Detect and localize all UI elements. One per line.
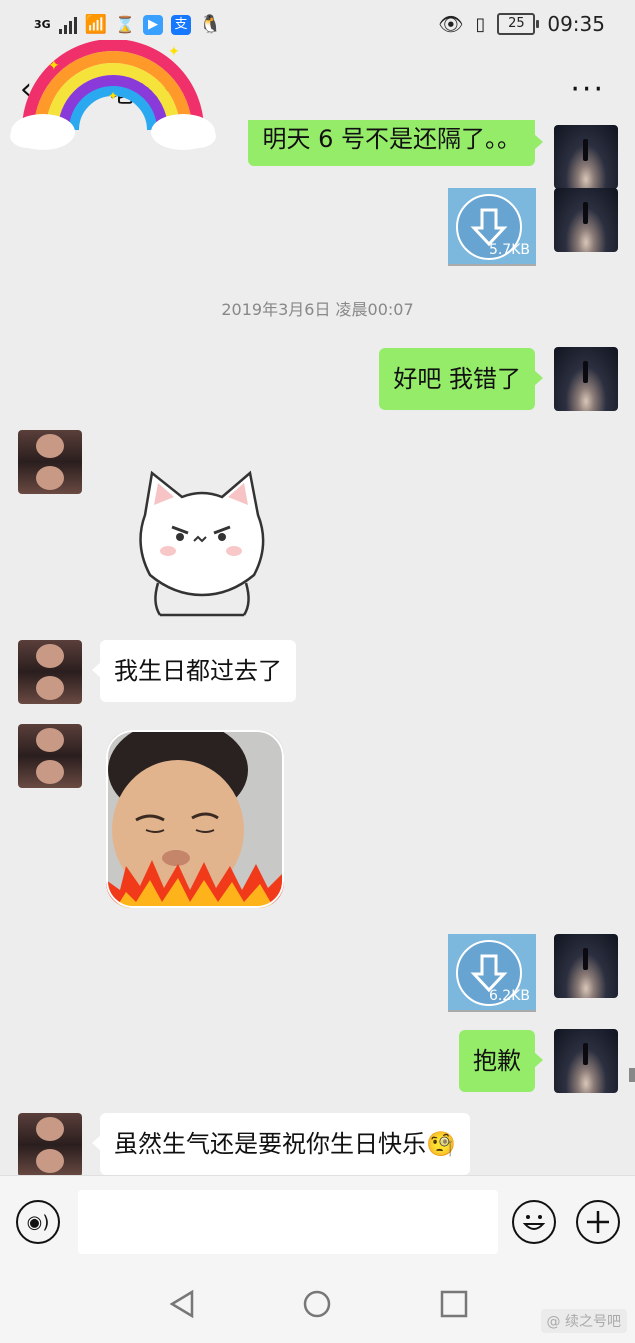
chat-area[interactable]: 明天 6 号不是还隔了。。 5.7KB 2019年3月6日 凌晨00:07 好吧… — [0, 120, 635, 1175]
message-bubble-received[interactable]: 虽然生气还是要祝你生日快乐🧐 — [92, 1113, 470, 1175]
message-text: 明天 6 号不是还隔了。。 — [262, 125, 521, 153]
my-avatar[interactable] — [554, 188, 618, 252]
my-avatar[interactable] — [554, 934, 618, 998]
contact-avatar[interactable] — [18, 724, 82, 788]
message-bubble-received[interactable]: 我生日都过去了 — [92, 640, 296, 702]
status-right: 👁 ▯ 25 09:35 — [438, 12, 605, 36]
file-message[interactable]: 6.2KB — [448, 934, 536, 1012]
my-avatar[interactable] — [554, 347, 618, 411]
file-size: 6.2KB — [488, 988, 530, 1004]
timestamp: 2019年3月6日 凌晨00:07 — [221, 300, 414, 319]
file-size: 5.7KB — [488, 242, 530, 258]
file-message[interactable]: 5.7KB — [448, 188, 536, 266]
plus-icon — [587, 1211, 609, 1233]
message-text: 虽然生气还是要祝你生日快乐 — [114, 1130, 426, 1158]
video-app-icon: ▶ — [143, 14, 164, 35]
svg-text:✦: ✦ — [48, 58, 60, 74]
message-bubble-sent[interactable]: 明天 6 号不是还隔了。。 — [248, 120, 543, 166]
plus-button[interactable] — [576, 1200, 620, 1244]
eye-icon: 👁 — [438, 12, 464, 36]
watermark: @ 续之号吧 — [540, 1309, 627, 1333]
svg-text:✦: ✦ — [108, 89, 118, 103]
more-menu-button[interactable]: ··· — [570, 72, 605, 107]
cat-sticker[interactable] — [130, 465, 275, 620]
rainbow-sticker: ✦ ✦ ✦ — [10, 40, 216, 150]
battery-level: 25 — [508, 16, 525, 31]
back-nav-icon[interactable] — [168, 1289, 196, 1319]
hourglass-icon: ⌛ — [115, 15, 136, 34]
voice-icon: ◉) — [26, 1212, 50, 1233]
svg-text:✦: ✦ — [168, 44, 180, 60]
thinking-emoji: 🧐 — [426, 1130, 456, 1158]
message-text: 好吧 我错了 — [393, 365, 521, 393]
voice-button[interactable]: ◉) — [16, 1200, 60, 1244]
contact-avatar[interactable] — [18, 1113, 82, 1175]
clock: 09:35 — [547, 12, 605, 36]
contact-avatar[interactable] — [18, 640, 82, 704]
message-bubble-sent[interactable]: 抱歉 — [459, 1030, 543, 1092]
scrollbar[interactable] — [629, 1068, 635, 1082]
message-bubble-sent[interactable]: 好吧 我错了 — [379, 348, 543, 410]
contact-avatar[interactable] — [18, 430, 82, 494]
my-avatar[interactable] — [554, 1029, 618, 1093]
recent-nav-icon[interactable] — [440, 1289, 468, 1319]
emoji-icon — [522, 1215, 546, 1230]
qq-icon: 🐧 — [199, 14, 222, 35]
alipay-icon: 支 — [171, 14, 192, 35]
battery-icon: 25 — [497, 13, 540, 35]
my-avatar[interactable] — [554, 125, 618, 189]
angry-baby-sticker[interactable] — [106, 730, 284, 908]
system-nav-bar: @ 续之号吧 — [0, 1265, 635, 1343]
input-bar: ◉) — [0, 1175, 635, 1266]
vibrate-icon: ▯ — [475, 13, 486, 35]
message-text: 抱歉 — [473, 1047, 521, 1075]
message-text: 我生日都过去了 — [114, 657, 282, 685]
network-label: 3G — [34, 18, 51, 31]
home-nav-icon[interactable] — [302, 1289, 332, 1319]
status-left: 3G 📶 ⌛ ▶ 支 🐧 — [34, 14, 221, 35]
signal-icon — [58, 16, 77, 34]
wifi-icon: 📶 — [84, 14, 108, 35]
emoji-button[interactable] — [512, 1200, 556, 1244]
message-input[interactable] — [78, 1190, 498, 1254]
